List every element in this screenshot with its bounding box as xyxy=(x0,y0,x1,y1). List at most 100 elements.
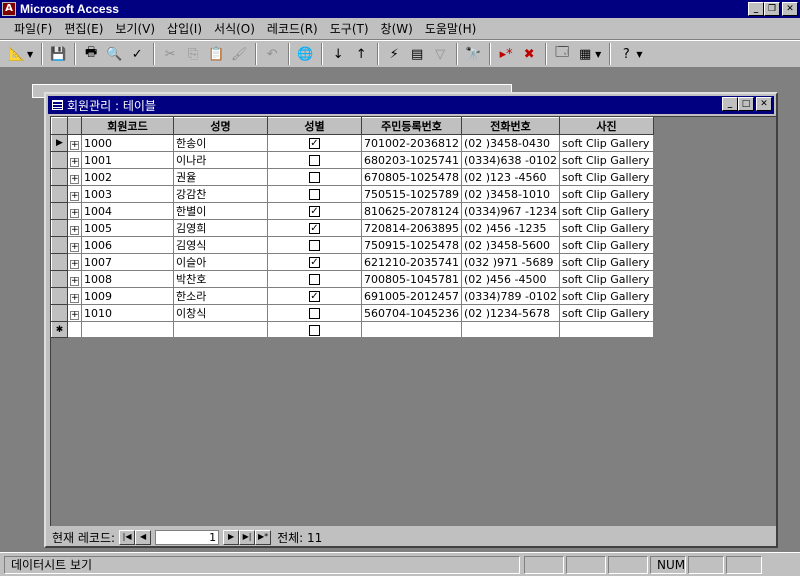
record-number-input[interactable]: 1 xyxy=(155,529,220,545)
filter-by-form-icon[interactable]: ▤ xyxy=(406,43,428,65)
cell-jumin[interactable]: 691005-2012457 xyxy=(361,287,462,305)
spelling-icon[interactable]: ✓ xyxy=(126,43,148,65)
checkbox-unchecked[interactable] xyxy=(309,172,320,183)
menu-format[interactable]: 서식(O) xyxy=(208,20,261,37)
expand-subdatasheet-button[interactable]: + xyxy=(67,168,82,186)
cell-id[interactable]: 1008 xyxy=(81,270,174,288)
expand-subdatasheet-button[interactable]: + xyxy=(67,185,82,203)
horizontal-scrollbar[interactable] xyxy=(386,529,776,545)
cell-id[interactable]: 1006 xyxy=(81,236,174,254)
column-header[interactable]: 전화번호 xyxy=(460,117,561,135)
menu-help[interactable]: 도움말(H) xyxy=(419,20,483,37)
cell-photo[interactable]: soft Clip Gallery xyxy=(559,134,654,152)
new-record-nav-button[interactable]: ▶* xyxy=(255,529,272,545)
copy-icon[interactable]: ⎘ xyxy=(182,43,204,65)
cell-photo[interactable]: soft Clip Gallery xyxy=(559,287,654,305)
cell-photo[interactable] xyxy=(559,321,654,338)
close-button[interactable]: ✕ xyxy=(756,97,772,111)
table-row[interactable]: +1001 이나라 680203-1025741 (0334)638 -0102 sof… xyxy=(51,151,654,169)
column-header[interactable]: 성별 xyxy=(267,117,362,135)
expand-subdatasheet-button[interactable]: + xyxy=(67,304,82,322)
cell-jumin[interactable]: 621210-2035741 xyxy=(361,253,462,271)
checkbox-unchecked[interactable] xyxy=(309,240,320,251)
cell-gender[interactable]: ✓ xyxy=(267,287,362,305)
save-icon[interactable]: 💾 xyxy=(47,43,69,65)
table-row[interactable]: +1003 강감찬 750515-1025789 (02 )3458-1010 soft… xyxy=(51,185,654,203)
cell-gender[interactable] xyxy=(267,321,362,338)
cell-gender[interactable]: ✓ xyxy=(267,134,362,152)
first-record-button[interactable]: |◀ xyxy=(119,529,136,545)
hyperlink-icon[interactable]: 🌐 xyxy=(294,43,316,65)
filter-by-selection-icon[interactable]: ⚡ xyxy=(383,43,405,65)
select-all-corner[interactable] xyxy=(51,117,68,135)
cell-photo[interactable]: soft Clip Gallery xyxy=(559,304,654,322)
help-icon[interactable]: ? xyxy=(615,43,637,65)
cell-name[interactable]: 김영희 xyxy=(173,219,268,237)
checkbox-checked[interactable]: ✓ xyxy=(309,291,320,302)
menu-window[interactable]: 창(W) xyxy=(375,20,419,37)
cell-jumin[interactable]: 701002-2036812 xyxy=(361,134,462,152)
cell-id[interactable]: 1004 xyxy=(81,202,174,220)
sort-ascending-icon[interactable]: ↓ xyxy=(327,43,349,65)
cell-jumin[interactable]: 750515-1025789 xyxy=(361,185,462,203)
cell-name[interactable]: 한송이 xyxy=(173,134,268,152)
cell-photo[interactable]: soft Clip Gallery xyxy=(559,151,654,169)
cell-photo[interactable]: soft Clip Gallery xyxy=(559,219,654,237)
cell-gender[interactable]: ✓ xyxy=(267,253,362,271)
cell-name[interactable]: 이나라 xyxy=(173,151,268,169)
column-header[interactable]: 회원코드 xyxy=(81,117,174,135)
column-header[interactable]: 사진 xyxy=(559,117,654,135)
cell-name[interactable] xyxy=(173,321,268,338)
record-selector[interactable]: ▶ xyxy=(51,134,68,152)
cell-photo[interactable]: soft Clip Gallery xyxy=(559,270,654,288)
record-selector[interactable]: ✱ xyxy=(51,321,68,338)
cell-photo[interactable]: soft Clip Gallery xyxy=(559,253,654,271)
cell-jumin[interactable]: 720814-2063895 xyxy=(361,219,462,237)
sort-descending-icon[interactable]: ↑ xyxy=(350,43,372,65)
cell-jumin[interactable]: 680203-1025741 xyxy=(361,151,462,169)
column-header[interactable]: 주민등록번호 xyxy=(361,117,462,135)
print-preview-icon[interactable]: 🔍 xyxy=(103,43,125,65)
checkbox-unchecked[interactable] xyxy=(309,274,320,285)
last-record-button[interactable]: ▶| xyxy=(239,529,256,545)
table-row[interactable]: +1009 한소라 ✓ 691005-2012457 (0334)789 -0102 so… xyxy=(51,287,654,305)
table-row[interactable]: +1010 이창식 560704-1045236 (02 )1234-5678 soft… xyxy=(51,304,654,322)
expand-subdatasheet-button[interactable]: + xyxy=(67,134,82,152)
datasheet-title-bar[interactable]: 회원관리 : 테이블 _ □ ✕ xyxy=(48,96,774,114)
menu-file[interactable]: 파일(F) xyxy=(8,20,58,37)
cell-name[interactable]: 권율 xyxy=(173,168,268,186)
table-row[interactable]: +1005 김영희 ✓ 720814-2063895 (02 )456 -1235 sof… xyxy=(51,219,654,237)
menu-tools[interactable]: 도구(T) xyxy=(324,20,375,37)
cell-name[interactable]: 박찬호 xyxy=(173,270,268,288)
record-selector[interactable] xyxy=(51,151,68,169)
cell-phone[interactable]: (0334)638 -0102 xyxy=(460,151,561,169)
cell-phone[interactable]: (02 )3458-0430 xyxy=(460,134,561,152)
expand-subdatasheet-button[interactable]: + xyxy=(67,219,82,237)
cell-phone[interactable]: (02 )456 -1235 xyxy=(460,219,561,237)
cell-phone[interactable]: (02 )3458-1010 xyxy=(460,185,561,203)
cell-gender[interactable] xyxy=(267,168,362,186)
chevron-down-icon[interactable]: ▼ xyxy=(595,50,601,59)
cell-gender[interactable]: ✓ xyxy=(267,202,362,220)
cell-gender[interactable] xyxy=(267,304,362,322)
database-window-icon[interactable]: 🗔 xyxy=(551,43,573,65)
paste-icon[interactable]: 📋 xyxy=(205,43,227,65)
checkbox-checked[interactable]: ✓ xyxy=(309,257,320,268)
expand-subdatasheet-button[interactable]: + xyxy=(67,287,82,305)
menu-insert[interactable]: 삽입(I) xyxy=(161,20,208,37)
minimize-button[interactable]: _ xyxy=(722,97,738,111)
cell-id[interactable]: 1009 xyxy=(81,287,174,305)
record-selector[interactable] xyxy=(51,253,68,271)
cell-phone[interactable]: (0334)967 -1234 xyxy=(460,202,561,220)
new-record-icon[interactable]: ▸* xyxy=(495,43,517,65)
cell-phone[interactable]: (02 )1234-5678 xyxy=(460,304,561,322)
cell-id[interactable] xyxy=(81,321,174,338)
format-painter-icon[interactable]: 🖌 xyxy=(228,43,250,65)
cell-photo[interactable]: soft Clip Gallery xyxy=(559,236,654,254)
chevron-down-icon[interactable]: ▼ xyxy=(636,50,642,59)
table-row[interactable]: +1007 이슬아 ✓ 621210-2035741 (032 )971 -5689 so… xyxy=(51,253,654,271)
apply-filter-icon[interactable]: ▽ xyxy=(429,43,451,65)
record-selector[interactable] xyxy=(51,270,68,288)
table-row[interactable]: ▶ +1000 한송이 ✓ 701002-2036812 (02 )3458-0430 so… xyxy=(51,134,654,152)
table-row[interactable]: +1004 한별이 ✓ 810625-2078124 (0334)967 -1234 so… xyxy=(51,202,654,220)
